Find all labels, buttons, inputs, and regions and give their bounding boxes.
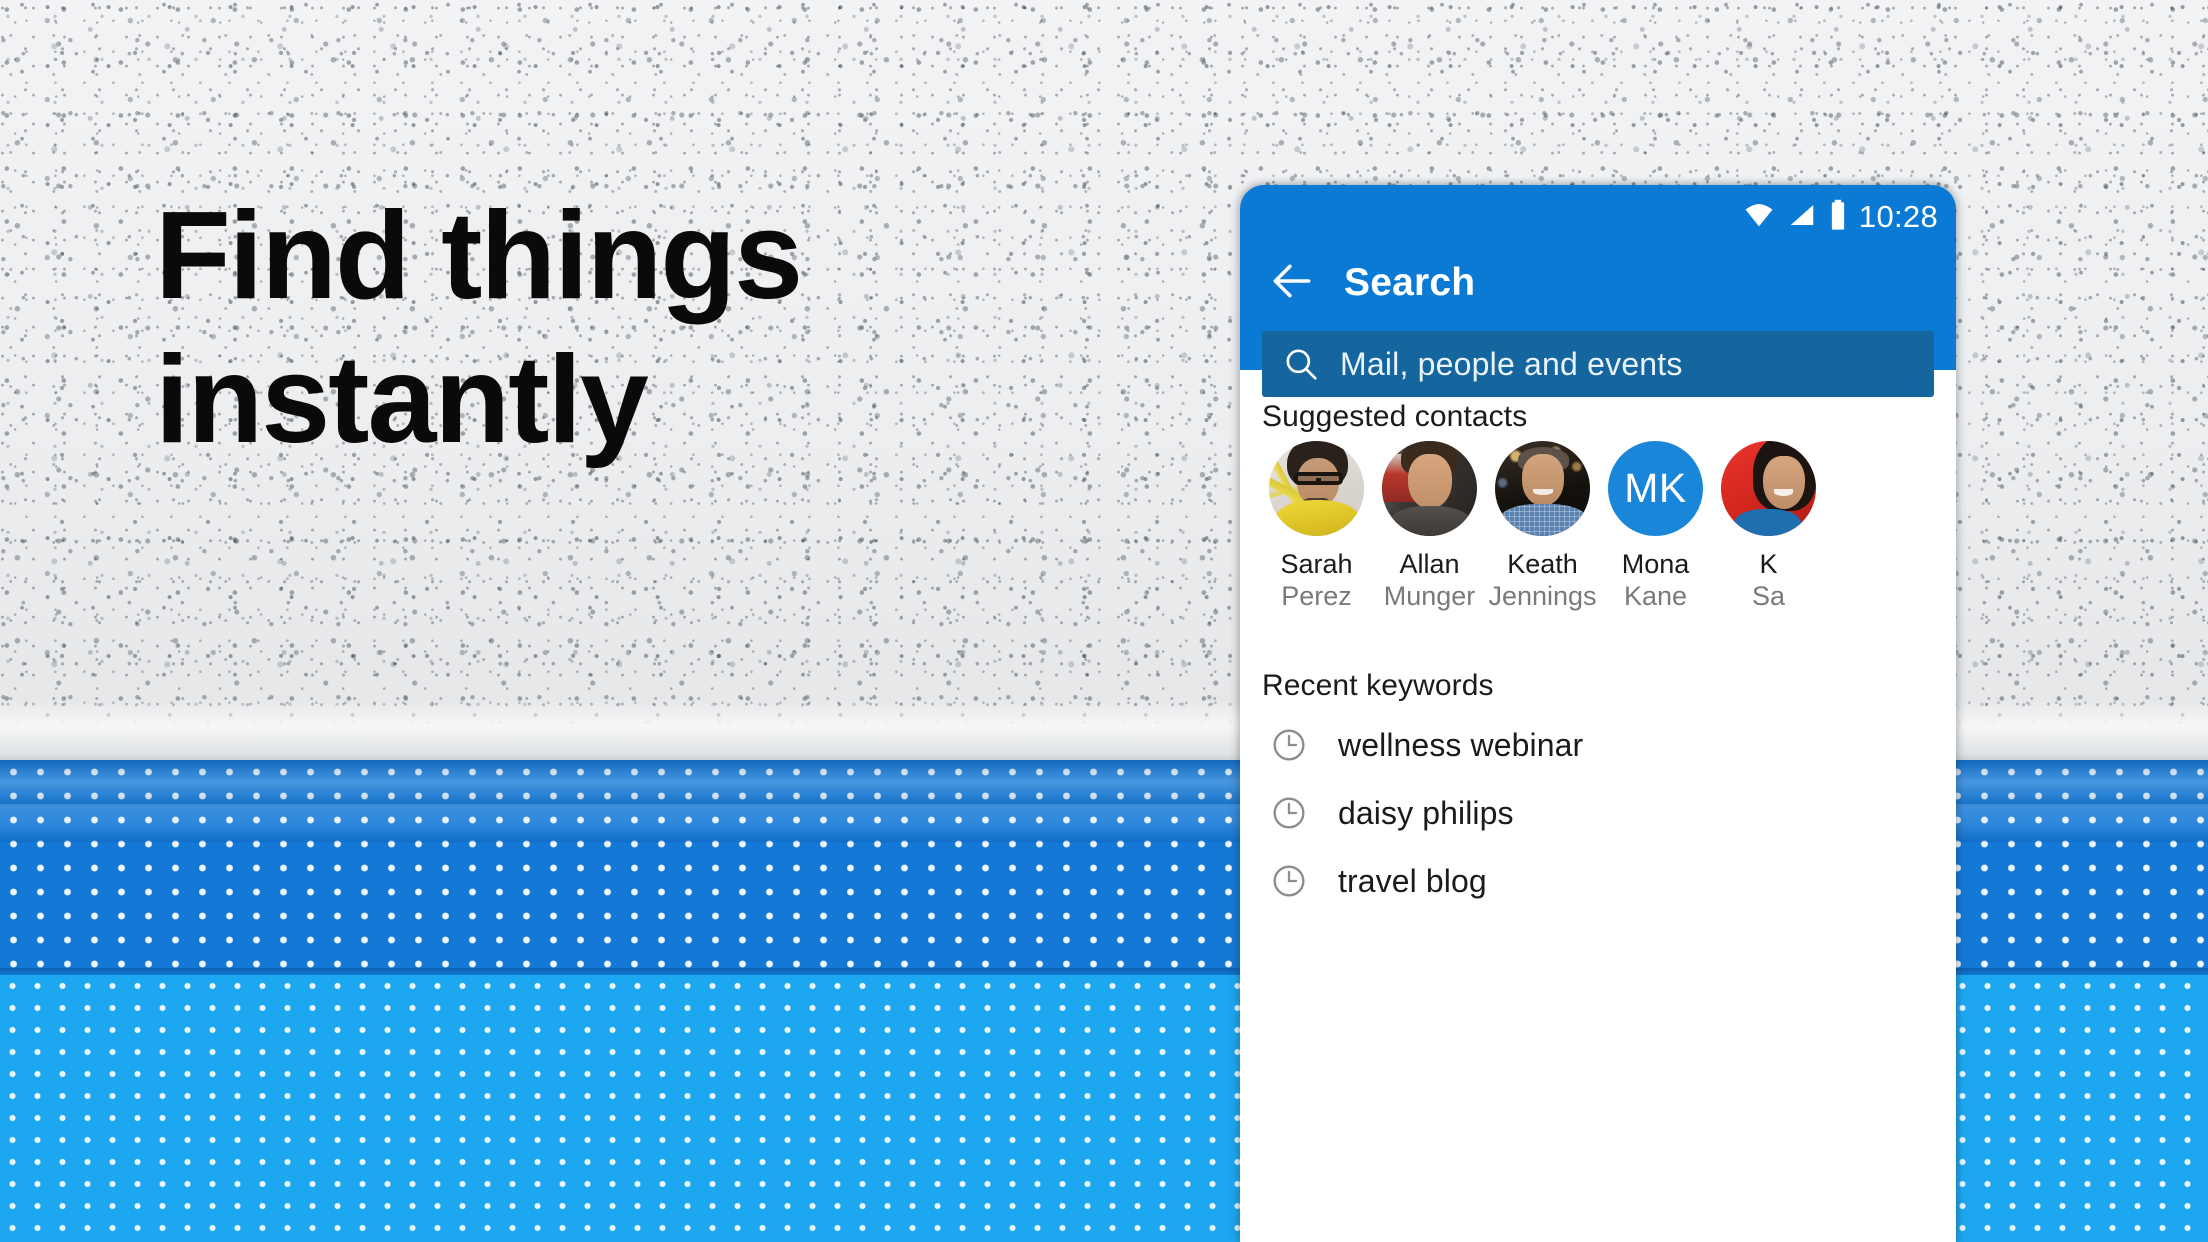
- avatar: [1382, 441, 1477, 536]
- avatar: [1721, 441, 1816, 536]
- recent-keywords-list: wellness webinar daisy philips travel bl…: [1240, 711, 1956, 915]
- contact-last-name: Sa: [1751, 580, 1786, 611]
- avatar-initials: MK: [1608, 441, 1703, 536]
- contact-item[interactable]: Keath Jennings: [1486, 441, 1599, 641]
- contact-last-name: Kane: [1623, 580, 1688, 611]
- phone-mockup: 10:28 Search Mail, people and events Sug…: [1240, 185, 1956, 1242]
- clock-icon: [1240, 861, 1338, 901]
- keyword-label: wellness webinar: [1338, 726, 1584, 763]
- search-placeholder: Mail, people and events: [1340, 345, 1683, 382]
- cellular-signal-icon: [1787, 200, 1817, 235]
- list-item[interactable]: daisy philips: [1240, 779, 1956, 847]
- contact-first-name: K: [1759, 549, 1778, 579]
- list-item[interactable]: travel blog: [1240, 847, 1956, 915]
- contact-last-name: Jennings: [1488, 580, 1597, 611]
- status-bar-time: 10:28: [1858, 199, 1938, 234]
- back-button[interactable]: [1240, 241, 1344, 325]
- wifi-icon: [1742, 198, 1776, 237]
- contact-item[interactable]: Allan Munger: [1373, 441, 1486, 641]
- status-bar: 10:28: [1742, 195, 1938, 239]
- avatar: [1495, 441, 1590, 536]
- keyword-label: travel blog: [1338, 862, 1487, 899]
- clock-icon: [1240, 725, 1338, 765]
- keyword-label: daisy philips: [1338, 794, 1514, 831]
- app-bar: 10:28 Search Mail, people and events: [1240, 185, 1956, 397]
- contact-last-name: Perez: [1281, 580, 1352, 611]
- clock-icon: [1240, 793, 1338, 833]
- contact-first-name: Keath: [1507, 549, 1578, 579]
- search-suggestions-sheet: Suggested contacts Sarah Perez Allan Mun…: [1240, 400, 1956, 1242]
- promo-stage: Find things instantly 10:28 Search Mail,…: [0, 0, 2208, 1242]
- contact-first-name: Allan: [1399, 549, 1460, 579]
- contact-item[interactable]: K Sa: [1712, 441, 1825, 641]
- headline-line-2: instantly: [155, 330, 649, 469]
- suggested-contacts-title: Suggested contacts: [1262, 400, 1528, 433]
- contact-item[interactable]: MK Mona Kane: [1599, 441, 1712, 641]
- contact-first-name: Mona: [1621, 549, 1690, 579]
- list-item[interactable]: wellness webinar: [1240, 711, 1956, 779]
- contact-first-name: Sarah: [1280, 549, 1353, 579]
- contact-last-name: Munger: [1383, 580, 1476, 611]
- battery-icon: [1828, 199, 1848, 236]
- recent-keywords-title: Recent keywords: [1262, 669, 1494, 702]
- back-arrow-icon: [1267, 256, 1317, 311]
- page-title: Search: [1344, 261, 1476, 304]
- promo-headline: Find things instantly: [155, 185, 1015, 473]
- headline-line-1: Find things: [155, 187, 803, 325]
- search-icon: [1262, 344, 1340, 384]
- contact-item[interactable]: Sarah Perez: [1260, 441, 1373, 641]
- app-bar-row: Search: [1240, 241, 1956, 325]
- avatar: [1269, 441, 1364, 536]
- search-input[interactable]: Mail, people and events: [1262, 331, 1934, 397]
- suggested-contacts-list[interactable]: Sarah Perez Allan Munger Keath Jennings …: [1260, 441, 1956, 641]
